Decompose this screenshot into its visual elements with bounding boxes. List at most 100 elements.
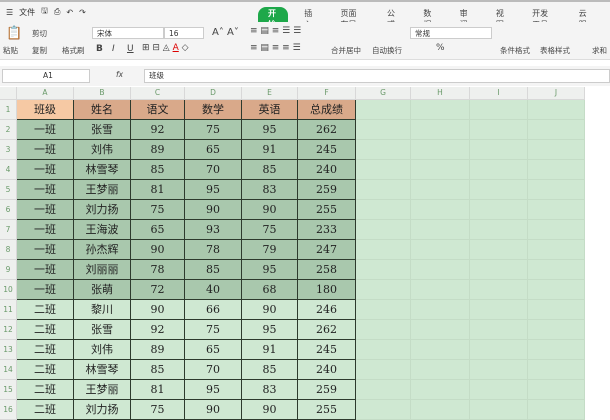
table-cell[interactable]: 林雪琴 <box>74 160 131 180</box>
table-cell[interactable]: 90 <box>131 240 185 260</box>
table-cell[interactable]: 90 <box>185 200 242 220</box>
table-cell[interactable]: 一班 <box>17 280 74 300</box>
table-cell[interactable]: 65 <box>185 340 242 360</box>
empty-cell[interactable] <box>470 260 528 280</box>
table-cell[interactable]: 259 <box>298 180 356 200</box>
empty-cell[interactable] <box>411 200 470 220</box>
empty-cell[interactable] <box>528 220 585 240</box>
row-header[interactable]: 16 <box>0 400 17 420</box>
empty-cell[interactable] <box>356 320 411 340</box>
table-cell[interactable]: 二班 <box>17 300 74 320</box>
empty-cell[interactable] <box>356 380 411 400</box>
table-cell[interactable]: 刘力扬 <box>74 200 131 220</box>
empty-cell[interactable] <box>470 160 528 180</box>
empty-cell[interactable] <box>528 260 585 280</box>
table-cell[interactable]: 40 <box>185 280 242 300</box>
table-cell[interactable]: 85 <box>185 260 242 280</box>
table-cell[interactable]: 刘丽丽 <box>74 260 131 280</box>
empty-cell[interactable] <box>356 340 411 360</box>
table-cell[interactable]: 70 <box>185 160 242 180</box>
table-cell[interactable]: 75 <box>131 400 185 420</box>
row-header[interactable]: 6 <box>0 200 17 220</box>
column-header-B[interactable]: B <box>74 87 131 100</box>
table-cell[interactable]: 一班 <box>17 160 74 180</box>
table-cell[interactable]: 一班 <box>17 240 74 260</box>
empty-cell[interactable] <box>528 180 585 200</box>
empty-cell[interactable] <box>356 280 411 300</box>
table-cell[interactable]: 90 <box>242 300 298 320</box>
row-header[interactable]: 14 <box>0 360 17 380</box>
table-cell[interactable]: 65 <box>131 220 185 240</box>
table-cell[interactable]: 89 <box>131 140 185 160</box>
row-header[interactable]: 9 <box>0 260 17 280</box>
table-cell[interactable]: 91 <box>242 140 298 160</box>
column-header-D[interactable]: D <box>185 87 242 100</box>
empty-cell[interactable] <box>411 340 470 360</box>
table-cell[interactable]: 王梦丽 <box>74 180 131 200</box>
table-cell[interactable]: 90 <box>242 400 298 420</box>
table-cell[interactable]: 259 <box>298 380 356 400</box>
table-cell[interactable]: 90 <box>131 300 185 320</box>
table-cell[interactable]: 张雪 <box>74 320 131 340</box>
table-cell[interactable]: 65 <box>185 140 242 160</box>
table-cell[interactable]: 81 <box>131 380 185 400</box>
row-header[interactable]: 13 <box>0 340 17 360</box>
table-cell[interactable]: 255 <box>298 200 356 220</box>
table-cell[interactable]: 240 <box>298 160 356 180</box>
row-header[interactable]: 15 <box>0 380 17 400</box>
empty-cell[interactable] <box>470 120 528 140</box>
empty-cell[interactable] <box>528 340 585 360</box>
table-cell[interactable]: 孙杰辉 <box>74 240 131 260</box>
table-cell[interactable]: 83 <box>242 380 298 400</box>
empty-cell[interactable] <box>528 400 585 420</box>
empty-cell[interactable] <box>470 240 528 260</box>
empty-cell[interactable] <box>411 260 470 280</box>
empty-cell[interactable] <box>528 240 585 260</box>
row-header[interactable]: 12 <box>0 320 17 340</box>
table-cell[interactable]: 95 <box>185 180 242 200</box>
column-header-I[interactable]: I <box>470 87 528 100</box>
header-cell[interactable]: 班级 <box>17 100 74 120</box>
empty-cell[interactable] <box>356 160 411 180</box>
table-cell[interactable]: 233 <box>298 220 356 240</box>
table-cell[interactable]: 95 <box>242 320 298 340</box>
table-cell[interactable]: 王梦丽 <box>74 380 131 400</box>
table-cell[interactable]: 255 <box>298 400 356 420</box>
table-cell[interactable]: 92 <box>131 320 185 340</box>
empty-cell[interactable] <box>356 360 411 380</box>
column-header-H[interactable]: H <box>411 87 470 100</box>
empty-cell[interactable] <box>411 400 470 420</box>
table-cell[interactable]: 二班 <box>17 320 74 340</box>
table-cell[interactable]: 258 <box>298 260 356 280</box>
empty-cell[interactable] <box>356 100 411 120</box>
empty-cell[interactable] <box>356 400 411 420</box>
table-cell[interactable]: 张雪 <box>74 120 131 140</box>
empty-cell[interactable] <box>470 320 528 340</box>
table-cell[interactable]: 72 <box>131 280 185 300</box>
table-cell[interactable]: 刘伟 <box>74 340 131 360</box>
table-cell[interactable]: 二班 <box>17 340 74 360</box>
table-cell[interactable]: 247 <box>298 240 356 260</box>
table-cell[interactable]: 95 <box>185 380 242 400</box>
table-cell[interactable]: 245 <box>298 140 356 160</box>
empty-cell[interactable] <box>356 220 411 240</box>
row-header[interactable]: 1 <box>0 100 17 120</box>
table-cell[interactable]: 262 <box>298 120 356 140</box>
empty-cell[interactable] <box>528 140 585 160</box>
header-cell[interactable]: 数学 <box>185 100 242 120</box>
empty-cell[interactable] <box>356 180 411 200</box>
table-cell[interactable]: 79 <box>242 240 298 260</box>
table-cell[interactable]: 刘伟 <box>74 140 131 160</box>
table-cell[interactable]: 262 <box>298 320 356 340</box>
empty-cell[interactable] <box>528 100 585 120</box>
table-cell[interactable]: 一班 <box>17 140 74 160</box>
empty-cell[interactable] <box>528 320 585 340</box>
table-cell[interactable]: 二班 <box>17 400 74 420</box>
table-cell[interactable]: 一班 <box>17 180 74 200</box>
empty-cell[interactable] <box>528 360 585 380</box>
table-cell[interactable]: 246 <box>298 300 356 320</box>
empty-cell[interactable] <box>470 400 528 420</box>
empty-cell[interactable] <box>411 320 470 340</box>
header-cell[interactable]: 姓名 <box>74 100 131 120</box>
table-cell[interactable]: 90 <box>185 400 242 420</box>
